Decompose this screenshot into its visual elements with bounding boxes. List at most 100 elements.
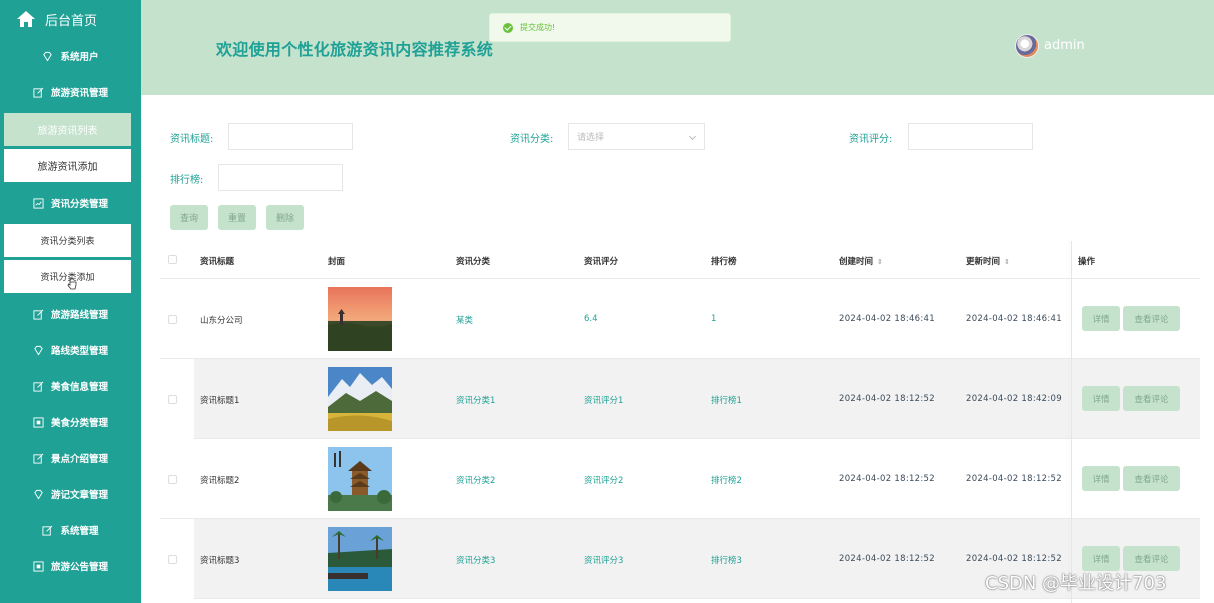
sidebar-item-label: 旅游资讯管理 (50, 88, 108, 99)
sidebar-item-attractions[interactable]: 景点介绍管理 (0, 440, 141, 476)
reset-button[interactable]: 重置 (218, 205, 256, 230)
sidebar-sub-news-add[interactable]: 旅游资讯添加 (4, 149, 131, 182)
cover-image[interactable] (328, 367, 392, 431)
cell-rating: 6.4 (584, 314, 598, 324)
cell-rating: 资讯评分2 (584, 476, 624, 486)
sidebar-home-label: 后台首页 (45, 13, 98, 29)
checkbox-cell (160, 359, 194, 439)
edit-icon (33, 453, 44, 464)
detail-button[interactable]: 详情 (1082, 546, 1120, 571)
toast-message: 提交成功! (520, 23, 556, 32)
category-label: 资讯分类: (510, 134, 554, 145)
row-checkbox[interactable] (168, 555, 177, 564)
col-cover: 封面 (328, 257, 346, 267)
sidebar-item-travel-news[interactable]: 旅游资讯管理 (0, 74, 141, 110)
query-button[interactable]: 查询 (170, 205, 208, 230)
cell-updated: 2024-04-02 18:12:52 (966, 474, 1062, 484)
detail-button[interactable]: 详情 (1082, 386, 1120, 411)
page-title: 欢迎使用个性化旅游资讯内容推荐系统 (216, 40, 494, 59)
view-comments-button[interactable]: 查看评论 (1123, 466, 1180, 491)
table-row: 资讯标题1 资讯分类1 资讯评分1 排行榜1 2024-04-02 18:12:… (160, 359, 1200, 439)
cover-image[interactable] (328, 447, 392, 511)
col-rating: 资讯评分 (584, 257, 619, 267)
view-comments-button[interactable]: 查看评论 (1123, 306, 1180, 331)
table-row: 山东分公司 某类 6.4 1 2024-04-02 18:46:41 2024-… (160, 279, 1200, 359)
delete-button[interactable]: 删除 (266, 205, 304, 230)
cell-title: 资讯标题1 (200, 396, 240, 406)
cell-rating: 资讯评分1 (584, 396, 624, 406)
sidebar-item-system-users[interactable]: 系统用户 (0, 38, 141, 74)
rank-input[interactable] (218, 164, 343, 191)
row-checkbox[interactable] (168, 395, 177, 404)
rating-input[interactable] (908, 123, 1033, 150)
sidebar-item-announcements[interactable]: 旅游公告管理 (0, 548, 141, 584)
home-icon (17, 11, 35, 27)
cell-updated: 2024-04-02 18:42:09 (966, 394, 1062, 404)
diamond-icon (34, 489, 43, 499)
sidebar-item-label: 景点介绍管理 (50, 454, 108, 465)
cell-title: 资讯标题3 (200, 556, 240, 566)
cell-rank: 排行榜2 (711, 476, 742, 486)
cell-category: 某类 (456, 316, 474, 326)
check-circle-icon (503, 22, 513, 33)
table-row: 资讯标题2 资讯分类2 资讯评分2 排行榜2 2024-04-02 18:12:… (160, 439, 1200, 519)
sidebar-item-news-category[interactable]: 资讯分类管理 (0, 185, 141, 221)
sidebar-item-label: 旅游路线管理 (50, 310, 108, 321)
sort-icon[interactable]: ⇕ (1004, 258, 1010, 266)
sidebar-item-travel-notes[interactable]: 游记文章管理 (0, 476, 141, 512)
sidebar: 后台首页 系统用户 旅游资讯管理 旅游资讯列表 旅游资讯添加 资讯分类管理 资讯… (0, 0, 141, 603)
view-comments-button[interactable]: 查看评论 (1123, 386, 1180, 411)
sidebar-item-route-types[interactable]: 路线类型管理 (0, 332, 141, 368)
row-checkbox[interactable] (168, 475, 177, 484)
cell-title: 资讯标题2 (200, 476, 240, 486)
watermark: CSDN @毕业设计703 (985, 573, 1167, 594)
sidebar-sub-label: 旅游资讯列表 (37, 126, 98, 137)
diamond-icon (43, 51, 53, 61)
col-title: 资讯标题 (200, 257, 235, 267)
sidebar-sub-label: 资讯分类列表 (40, 237, 95, 247)
sidebar-item-routes[interactable]: 旅游路线管理 (0, 296, 141, 332)
sidebar-item-food-category[interactable]: 美食分类管理 (0, 404, 141, 440)
edit-icon (42, 525, 53, 536)
sidebar-item-label: 路线类型管理 (50, 346, 108, 357)
category-select[interactable]: 请选择 (568, 123, 705, 150)
title-input[interactable] (228, 123, 353, 150)
cell-created: 2024-04-02 18:12:52 (839, 474, 935, 484)
sidebar-sub-news-list[interactable]: 旅游资讯列表 (4, 113, 131, 146)
sidebar-item-label: 系统用户 (60, 52, 99, 63)
sidebar-home[interactable]: 后台首页 (0, 0, 141, 38)
cell-category: 资讯分类3 (456, 556, 496, 566)
col-rank: 排行榜 (711, 257, 737, 267)
sidebar-item-food-info[interactable]: 美食信息管理 (0, 368, 141, 404)
detail-button[interactable]: 详情 (1082, 466, 1120, 491)
sidebar-sub-category-list[interactable]: 资讯分类列表 (4, 224, 131, 257)
row-checkbox[interactable] (168, 315, 177, 324)
cover-image[interactable] (328, 287, 392, 351)
sidebar-item-system-management[interactable]: 系统管理 (0, 512, 141, 548)
success-toast: 提交成功! (489, 13, 731, 42)
sidebar-item-label: 美食分类管理 (50, 418, 108, 429)
select-all-checkbox[interactable] (168, 255, 177, 264)
edit-icon (33, 381, 44, 392)
cell-created: 2024-04-02 18:46:41 (839, 314, 935, 324)
col-created[interactable]: 创建时间 ⇕ (839, 255, 883, 267)
detail-button[interactable]: 详情 (1082, 306, 1120, 331)
diamond-icon (34, 345, 43, 355)
cell-rank: 1 (711, 314, 717, 324)
cell-created: 2024-04-02 18:12:52 (839, 554, 935, 564)
col-updated-label: 更新时间 (966, 257, 1001, 267)
edit-icon (33, 87, 44, 98)
sort-icon[interactable]: ⇕ (877, 258, 883, 266)
view-comments-button[interactable]: 查看评论 (1123, 546, 1180, 571)
rank-label: 排行榜: (170, 175, 204, 186)
sidebar-item-label: 美食信息管理 (50, 382, 108, 393)
cover-image[interactable] (328, 527, 392, 591)
edit-icon (33, 309, 44, 320)
username[interactable]: admin (1044, 38, 1085, 53)
avatar[interactable] (1015, 34, 1039, 58)
cell-rank: 排行榜3 (711, 556, 742, 566)
col-updated[interactable]: 更新时间 ⇕ (966, 255, 1010, 267)
cell-updated: 2024-04-02 18:12:52 (966, 554, 1062, 564)
cell-updated: 2024-04-02 18:46:41 (966, 314, 1062, 324)
col-category: 资讯分类 (456, 257, 491, 267)
